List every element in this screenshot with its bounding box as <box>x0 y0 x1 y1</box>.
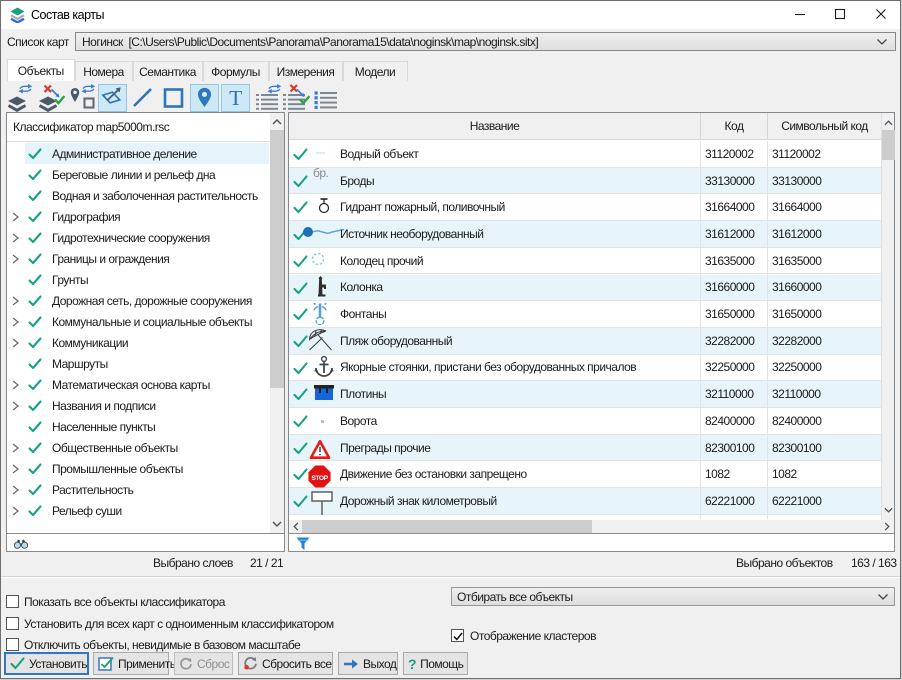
svg-text:T: T <box>229 86 242 110</box>
svg-text:STOP: STOP <box>311 475 328 482</box>
